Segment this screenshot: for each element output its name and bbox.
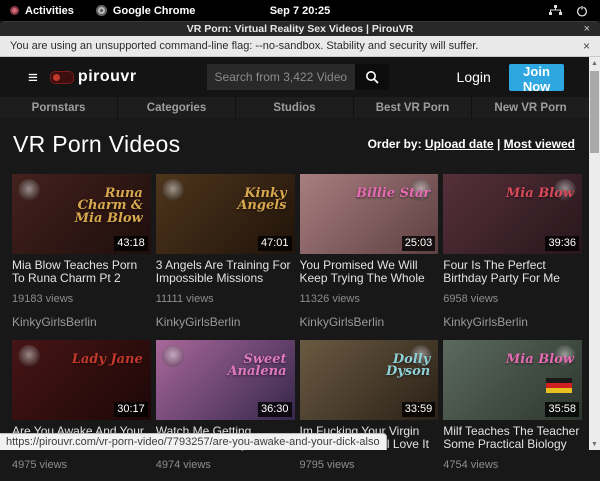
video-thumbnail[interactable]: Mia Blow 35:58 bbox=[443, 340, 582, 420]
nav-item-categories[interactable]: Categories bbox=[118, 97, 236, 118]
nav-item-best-vr-porn[interactable]: Best VR Porn bbox=[354, 97, 472, 118]
duration-badge: 30:17 bbox=[114, 402, 148, 417]
thumbnail-overlay-text: Billie Star bbox=[356, 188, 430, 200]
join-now-button[interactable]: Join Now bbox=[509, 64, 564, 91]
duration-badge: 36:30 bbox=[258, 402, 292, 417]
search-input[interactable] bbox=[207, 64, 355, 90]
logo-text: pirouvr bbox=[78, 68, 137, 86]
studio-logo-icon bbox=[18, 345, 40, 367]
scroll-down-arrow-icon[interactable]: ▼ bbox=[589, 438, 600, 450]
video-card[interactable]: Lady Jane 30:17 Are You Awake And Your D… bbox=[12, 340, 151, 481]
video-thumbnail[interactable]: Mia Blow 39:36 bbox=[443, 174, 582, 254]
studio-logo-icon bbox=[162, 179, 184, 201]
tab-title: VR Porn: Virtual Reality Sex Videos | Pi… bbox=[187, 23, 414, 35]
video-thumbnail[interactable]: Lady Jane 30:17 bbox=[12, 340, 151, 420]
link-preview-url: https://pirouvr.com/vr-porn-video/779325… bbox=[6, 436, 380, 448]
studio-logo-icon bbox=[18, 179, 40, 201]
warning-message: You are using an unsupported command-lin… bbox=[10, 40, 478, 52]
search-bar bbox=[207, 64, 389, 90]
thumbnail-overlay-text: Dolly Dyson bbox=[350, 354, 430, 379]
warning-close-icon[interactable]: × bbox=[583, 39, 590, 53]
view-count: 11326 views bbox=[300, 293, 439, 305]
order-by: Order by: Upload date | Most viewed bbox=[368, 137, 575, 151]
clock[interactable]: Sep 7 20:25 bbox=[0, 5, 600, 17]
system-top-bar: Activities Google Chrome Sep 7 20:25 bbox=[0, 0, 600, 21]
duration-badge: 35:58 bbox=[545, 402, 579, 417]
view-count: 6958 views bbox=[443, 293, 582, 305]
vr-goggles-icon bbox=[50, 71, 74, 84]
search-button[interactable] bbox=[355, 64, 389, 90]
video-card[interactable]: Runa Charm & Mia Blow 43:18 Mia Blow Tea… bbox=[12, 174, 151, 329]
video-card[interactable]: Mia Blow 39:36 Four Is The Perfect Birth… bbox=[443, 174, 582, 329]
video-card[interactable]: Sweet Analena 36:30 Watch Me Getting Dom… bbox=[156, 340, 295, 481]
view-count: 4974 views bbox=[156, 459, 295, 471]
main-nav: PornstarsCategoriesStudiosBest VR PornNe… bbox=[0, 97, 589, 118]
studio-logo-icon bbox=[162, 345, 184, 367]
duration-badge: 33:59 bbox=[402, 402, 436, 417]
duration-badge: 43:18 bbox=[114, 236, 148, 251]
view-count: 4975 views bbox=[12, 459, 151, 471]
channel-link[interactable]: KinkyGirlsBerlin bbox=[443, 315, 582, 329]
video-card[interactable]: Kinky Angels 47:01 3 Angels Are Training… bbox=[156, 174, 295, 329]
view-count: 9795 views bbox=[300, 459, 439, 471]
video-title[interactable]: 3 Angels Are Training For Impossible Mis… bbox=[156, 259, 295, 285]
page-head: VR Porn Videos Order by: Upload date | M… bbox=[0, 118, 589, 170]
video-card[interactable]: Billie Star 25:03 You Promised We Will K… bbox=[300, 174, 439, 329]
duration-badge: 25:03 bbox=[402, 236, 436, 251]
video-thumbnail[interactable]: Runa Charm & Mia Blow 43:18 bbox=[12, 174, 151, 254]
view-count: 19183 views bbox=[12, 293, 151, 305]
page-title: VR Porn Videos bbox=[13, 131, 180, 158]
thumbnail-overlay-text: Sweet Analena bbox=[207, 354, 287, 379]
channel-link[interactable]: KinkyGirlsBerlin bbox=[12, 315, 151, 329]
video-thumbnail[interactable]: Billie Star 25:03 bbox=[300, 174, 439, 254]
video-title[interactable]: Mia Blow Teaches Porn To Runa Charm Pt 2 bbox=[12, 259, 151, 285]
view-count: 4754 views bbox=[443, 459, 582, 471]
video-title[interactable]: Four Is The Perfect Birthday Party For M… bbox=[443, 259, 582, 285]
video-thumbnail[interactable]: Dolly Dyson 33:59 bbox=[300, 340, 439, 420]
scrollbar-thumb[interactable] bbox=[590, 71, 599, 153]
site-logo[interactable]: pirouvr bbox=[50, 68, 137, 86]
power-icon[interactable] bbox=[576, 5, 588, 17]
video-card[interactable]: Dolly Dyson 33:59 Im Fucking Your Virgin… bbox=[300, 340, 439, 481]
video-thumbnail[interactable]: Kinky Angels 47:01 bbox=[156, 174, 295, 254]
thumbnail-overlay-text: Mia Blow bbox=[506, 188, 574, 200]
nav-item-pornstars[interactable]: Pornstars bbox=[0, 97, 118, 118]
duration-badge: 39:36 bbox=[545, 236, 579, 251]
warning-bar: You are using an unsupported command-lin… bbox=[0, 36, 600, 57]
page-scrollbar[interactable]: ▲ ▼ bbox=[589, 57, 600, 450]
scroll-up-arrow-icon[interactable]: ▲ bbox=[589, 57, 600, 69]
video-thumbnail[interactable]: Sweet Analena 36:30 bbox=[156, 340, 295, 420]
thumbnail-overlay-text: Runa Charm & Mia Blow bbox=[63, 188, 143, 225]
video-title[interactable]: Milf Teaches The Teacher Some Practical … bbox=[443, 425, 582, 451]
nav-item-studios[interactable]: Studios bbox=[236, 97, 354, 118]
order-most-viewed-link[interactable]: Most viewed bbox=[504, 137, 575, 151]
network-icon[interactable] bbox=[549, 5, 562, 16]
browser-tab-bar: VR Porn: Virtual Reality Sex Videos | Pi… bbox=[0, 21, 600, 36]
channel-link[interactable]: KinkyGirlsBerlin bbox=[156, 315, 295, 329]
tab-close-icon[interactable]: × bbox=[584, 23, 590, 35]
german-flag bbox=[546, 378, 572, 393]
thumbnail-overlay-text: Mia Blow bbox=[506, 354, 574, 366]
order-separator: | bbox=[497, 137, 500, 151]
nav-item-new-vr-porn[interactable]: New VR Porn bbox=[472, 97, 589, 118]
order-upload-date-link[interactable]: Upload date bbox=[425, 137, 494, 151]
channel-link[interactable]: KinkyGirlsBerlin bbox=[300, 315, 439, 329]
link-preview-statusbar: https://pirouvr.com/vr-porn-video/779325… bbox=[0, 433, 387, 450]
duration-badge: 47:01 bbox=[258, 236, 292, 251]
thumbnail-overlay-text: Kinky Angels bbox=[207, 188, 287, 213]
order-by-label: Order by: bbox=[368, 137, 422, 151]
video-card[interactable]: Mia Blow 35:58 Milf Teaches The Teacher … bbox=[443, 340, 582, 481]
site-header: ≡ pirouvr Login Join Now bbox=[0, 57, 589, 97]
hamburger-menu-icon[interactable]: ≡ bbox=[28, 69, 38, 86]
thumbnail-overlay-text: Lady Jane bbox=[72, 354, 143, 366]
video-title[interactable]: You Promised We Will Keep Trying The Who… bbox=[300, 259, 439, 285]
login-link[interactable]: Login bbox=[457, 69, 491, 85]
view-count: 11111 views bbox=[156, 293, 295, 305]
search-icon bbox=[365, 70, 379, 84]
